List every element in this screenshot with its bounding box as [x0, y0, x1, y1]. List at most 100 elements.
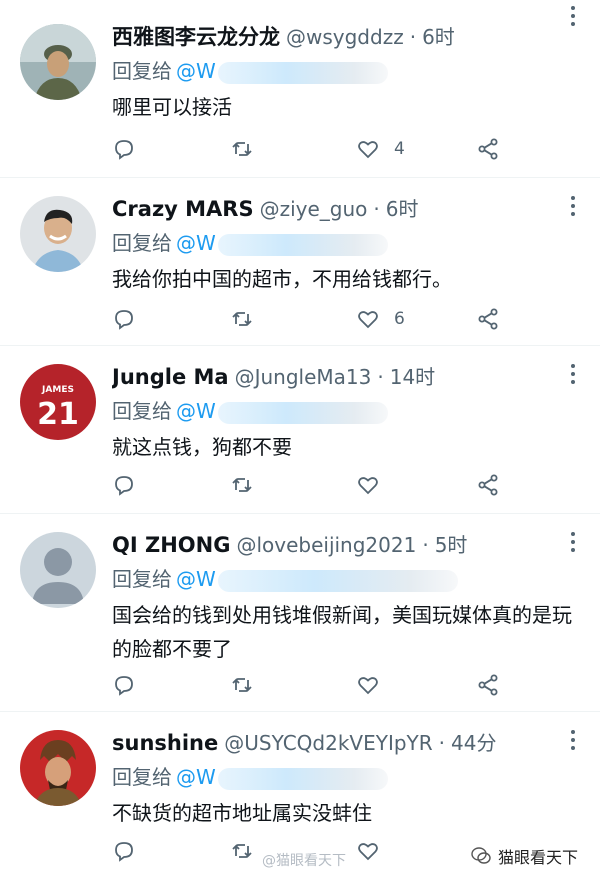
retweet-icon — [232, 844, 252, 858]
tweet-header: QI ZHONG @lovebeijing2021 · 5时 — [112, 530, 580, 560]
like-button[interactable] — [356, 470, 380, 500]
like-button[interactable]: 6 — [356, 304, 405, 334]
tweet-text: 不缺货的超市地址属实没蚌住 — [112, 801, 372, 825]
more-options-icon[interactable] — [564, 196, 582, 218]
like-button[interactable] — [356, 670, 380, 700]
separator-dot: · — [377, 365, 384, 389]
user-handle[interactable]: @USYCQd2kVEYIpYR — [224, 728, 432, 758]
blurred-handle — [217, 61, 388, 84]
avatar[interactable] — [20, 532, 96, 608]
tweet-header: Crazy MARS @ziye_guo · 6时 — [112, 194, 580, 224]
display-name[interactable]: Crazy MARS — [112, 194, 254, 224]
reply-label: 回复给 — [112, 399, 172, 423]
svg-text:21: 21 — [37, 397, 79, 432]
reply-to-handle[interactable]: @W — [176, 59, 216, 83]
heart-icon — [358, 677, 378, 695]
like-count: 4 — [394, 139, 405, 159]
reply-icon — [115, 676, 133, 696]
avatar[interactable] — [20, 24, 96, 100]
share-button[interactable] — [476, 670, 500, 700]
avatar[interactable] — [20, 730, 96, 806]
reply-button[interactable] — [112, 836, 136, 866]
reply-to-handle[interactable]: @W — [176, 231, 216, 255]
retweet-icon — [232, 142, 252, 156]
share-icon — [478, 674, 498, 696]
tweet-text: 就这点钱，狗都不要 — [112, 435, 292, 459]
retweet-button[interactable] — [230, 470, 254, 500]
retweet-button[interactable] — [230, 670, 254, 700]
reply-label: 回复给 — [112, 765, 172, 789]
wechat-logo-icon — [471, 847, 491, 864]
timestamp[interactable]: 14时 — [390, 362, 435, 392]
separator-dot: · — [422, 533, 429, 557]
display-name[interactable]: sunshine — [112, 728, 218, 758]
reply-tweet[interactable]: JAMES 21 Jungle Ma @JungleMa13 · 14时 回复给… — [0, 346, 600, 514]
reply-tweet[interactable]: QI ZHONG @lovebeijing2021 · 5时 回复给 @W 国会给… — [0, 514, 600, 712]
share-icon — [478, 308, 498, 330]
action-bar — [112, 670, 580, 700]
separator-dot: · — [438, 731, 446, 755]
reply-icon — [115, 310, 133, 330]
tweet-text: 我给你拍中国的超市，不用给钱都行。 — [112, 267, 452, 291]
reply-button[interactable] — [112, 670, 136, 700]
reply-to-handle[interactable]: @W — [176, 399, 216, 423]
user-handle[interactable]: @JungleMa13 — [235, 362, 372, 392]
svg-text:JAMES: JAMES — [41, 385, 74, 395]
heart-icon — [358, 477, 378, 495]
reply-to-handle[interactable]: @W — [176, 765, 216, 789]
heart-icon — [358, 141, 378, 159]
like-button[interactable] — [356, 836, 380, 866]
retweet-button[interactable] — [230, 836, 254, 866]
watermark-right-text: 猫眼看天下 — [497, 848, 578, 867]
like-button[interactable]: 4 — [356, 134, 405, 164]
share-button[interactable] — [476, 304, 500, 334]
blurred-handle — [217, 401, 388, 424]
more-options-icon[interactable] — [564, 364, 582, 386]
like-count: 6 — [394, 309, 405, 329]
retweet-icon — [232, 678, 252, 692]
avatar[interactable]: JAMES 21 — [20, 364, 96, 440]
heart-icon — [358, 843, 378, 861]
reply-label: 回复给 — [112, 59, 172, 83]
blurred-handle — [217, 233, 388, 256]
reply-button[interactable] — [112, 134, 136, 164]
timestamp[interactable]: 6时 — [386, 194, 419, 224]
wechat-watermark: 猫眼看天下 — [470, 844, 578, 868]
separator-dot: · — [409, 25, 417, 49]
action-bar: 4 — [112, 134, 580, 164]
tweet-header: sunshine @USYCQd2kVEYIpYR · 44分 — [112, 728, 580, 758]
heart-icon — [358, 311, 378, 329]
reply-label: 回复给 — [112, 231, 172, 255]
display-name[interactable]: Jungle Ma — [112, 362, 229, 392]
user-handle[interactable]: @ziye_guo — [260, 194, 368, 224]
reply-context: 回复给 @W — [112, 396, 580, 426]
reply-tweet[interactable]: 西雅图李云龙分龙 @wsygddzz · 6时 回复给 @W 哪里可以接活 4 — [0, 0, 600, 178]
avatar[interactable] — [20, 196, 96, 272]
user-handle[interactable]: @wsygddzz — [286, 22, 404, 52]
reply-feed: 西雅图李云龙分龙 @wsygddzz · 6时 回复给@W 哪里可以接活 4 — [0, 0, 600, 882]
more-options-icon[interactable] — [564, 532, 582, 554]
retweet-button[interactable] — [230, 304, 254, 334]
timestamp[interactable]: 44分 — [451, 728, 496, 758]
share-button[interactable] — [476, 134, 500, 164]
reply-icon — [115, 842, 133, 862]
more-options-icon[interactable] — [564, 6, 582, 28]
timestamp[interactable]: 6时 — [422, 22, 455, 52]
more-options-icon[interactable] — [564, 730, 582, 752]
timestamp[interactable]: 5时 — [435, 530, 468, 560]
reply-tweet[interactable]: Crazy MARS @ziye_guo · 6时 回复给 @W 我给你拍中国的超… — [0, 178, 600, 346]
weibo-watermark: @猫眼看天下 — [262, 850, 346, 870]
tweet-header: 西雅图李云龙分龙 @wsygddzz · 6时 — [112, 22, 580, 52]
share-button[interactable] — [476, 470, 500, 500]
reply-to-handle[interactable]: @W — [176, 567, 216, 591]
reply-context: 回复给 @W — [112, 228, 580, 258]
reply-button[interactable] — [112, 304, 136, 334]
watermark-center-text: @猫眼看天下 — [262, 853, 346, 869]
user-handle[interactable]: @lovebeijing2021 — [236, 530, 416, 560]
display-name[interactable]: 西雅图李云龙分龙 — [112, 22, 280, 52]
reply-button[interactable] — [112, 470, 136, 500]
retweet-icon — [232, 478, 252, 492]
retweet-button[interactable] — [230, 134, 254, 164]
reply-context: 回复给 @W — [112, 56, 580, 86]
display-name[interactable]: QI ZHONG — [112, 530, 230, 560]
